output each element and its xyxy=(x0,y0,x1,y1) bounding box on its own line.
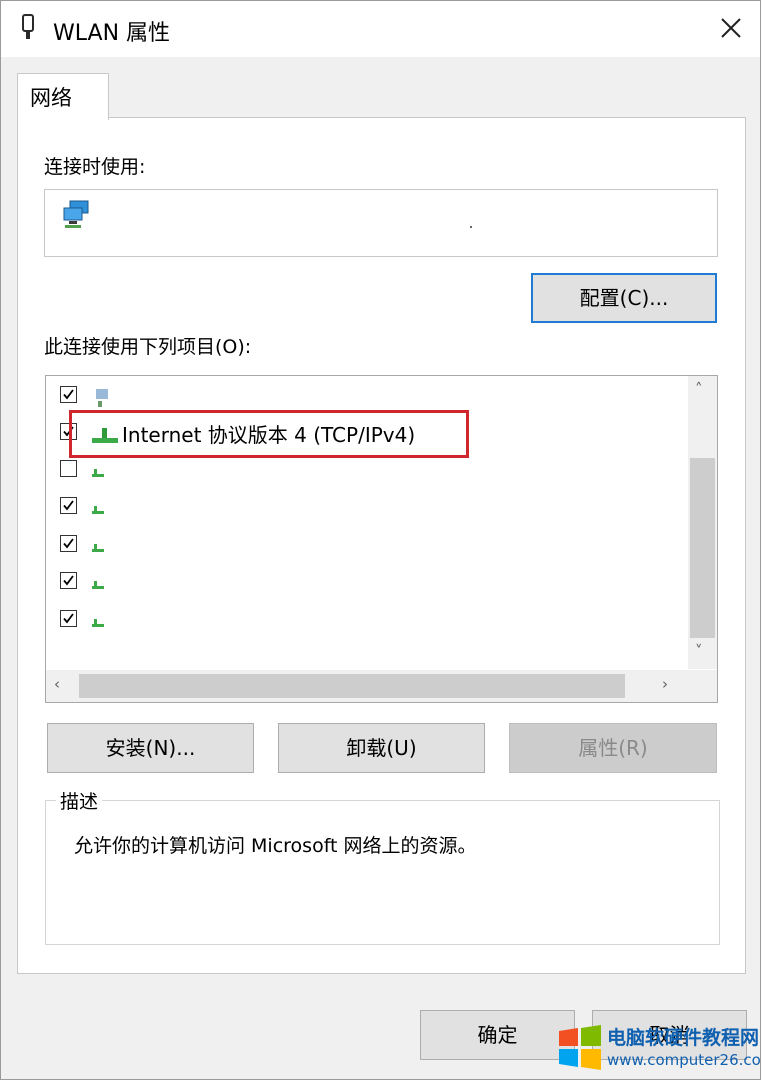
close-button[interactable] xyxy=(704,1,760,57)
connect-using-label: 连接时使用: xyxy=(44,156,146,178)
adapter-field xyxy=(44,189,718,257)
configure-button[interactable]: 配置(C)... xyxy=(531,273,717,323)
install-button[interactable]: 安装(N)... xyxy=(47,723,254,773)
vertical-scrollbar[interactable]: ˄ ˅ xyxy=(688,376,717,669)
checkmark-icon xyxy=(63,575,74,586)
checkmark-icon xyxy=(63,613,74,624)
vertical-scroll-thumb[interactable] xyxy=(690,458,715,638)
network-component-icon xyxy=(96,389,108,407)
watermark-url: www.computer26.com xyxy=(607,1051,761,1069)
configure-button-label: 配置(C)... xyxy=(579,286,669,310)
item-checkbox[interactable] xyxy=(60,572,77,589)
tab-panel: 连接时使用: 配置(C)... 此连接使用下列项目(O): Internet 协… xyxy=(17,117,746,974)
checkmark-icon xyxy=(63,500,74,511)
properties-button-label: 属性(R) xyxy=(578,736,648,760)
item-checkbox[interactable] xyxy=(60,386,77,403)
scroll-right-icon[interactable]: › xyxy=(662,675,668,693)
install-button-label: 安装(N)... xyxy=(105,736,196,760)
description-group: 描述 允许你的计算机访问 Microsoft 网络上的资源。 xyxy=(45,787,720,945)
ok-button-label: 确定 xyxy=(477,1023,518,1047)
title-bar: WLAN 属性 xyxy=(1,1,760,57)
protocol-icon xyxy=(92,544,104,552)
description-text: 允许你的计算机访问 Microsoft 网络上的资源。 xyxy=(74,835,477,857)
horizontal-scroll-thumb[interactable] xyxy=(79,674,625,698)
list-item[interactable] xyxy=(46,377,686,414)
close-icon xyxy=(721,18,741,38)
properties-button: 属性(R) xyxy=(509,723,717,773)
item-checkbox[interactable] xyxy=(60,460,77,477)
list-item[interactable] xyxy=(46,526,686,563)
watermark-title: 电脑软硬件教程网 xyxy=(607,1027,760,1049)
list-item[interactable] xyxy=(46,601,686,638)
window-title: WLAN 属性 xyxy=(53,21,171,46)
ok-button[interactable]: 确定 xyxy=(420,1010,575,1060)
scroll-left-icon[interactable]: ‹ xyxy=(54,675,60,693)
item-checkbox[interactable] xyxy=(60,610,77,627)
list-item[interactable] xyxy=(46,488,686,525)
highlight-box xyxy=(69,410,469,458)
network-adapter-icon xyxy=(22,14,34,39)
scroll-up-icon[interactable]: ˄ xyxy=(695,380,703,398)
properties-dialog: WLAN 属性 网络 连接时使用: 配置(C)... 此连接使用下列项目(O): xyxy=(0,0,761,1080)
protocol-icon xyxy=(92,469,104,477)
item-checkbox[interactable] xyxy=(60,535,77,552)
uninstall-button[interactable]: 卸载(U) xyxy=(278,723,485,773)
uninstall-button-label: 卸载(U) xyxy=(346,736,417,760)
components-list[interactable]: Internet 协议版本 4 (TCP/IPv4) ˄ ˅ ‹ › xyxy=(45,375,718,703)
description-title: 描述 xyxy=(56,787,103,814)
tab-label: 网络 xyxy=(30,86,72,110)
adapter-name-residue xyxy=(470,226,472,228)
protocol-icon xyxy=(92,581,104,589)
checkmark-icon xyxy=(63,389,74,400)
protocol-icon xyxy=(92,506,104,514)
scroll-down-icon[interactable]: ˅ xyxy=(695,642,703,660)
list-item[interactable] xyxy=(46,563,686,600)
horizontal-scrollbar[interactable]: ‹ › xyxy=(46,670,717,702)
windows-logo-icon xyxy=(559,1025,601,1070)
site-watermark: 电脑软硬件教程网 www.computer26.com xyxy=(557,1021,761,1077)
network-adapter-icon xyxy=(63,200,89,228)
checkmark-icon xyxy=(63,538,74,549)
item-checkbox[interactable] xyxy=(60,497,77,514)
items-label: 此连接使用下列项目(O): xyxy=(44,336,252,358)
tab-network[interactable]: 网络 xyxy=(17,73,109,120)
protocol-icon xyxy=(92,619,104,627)
